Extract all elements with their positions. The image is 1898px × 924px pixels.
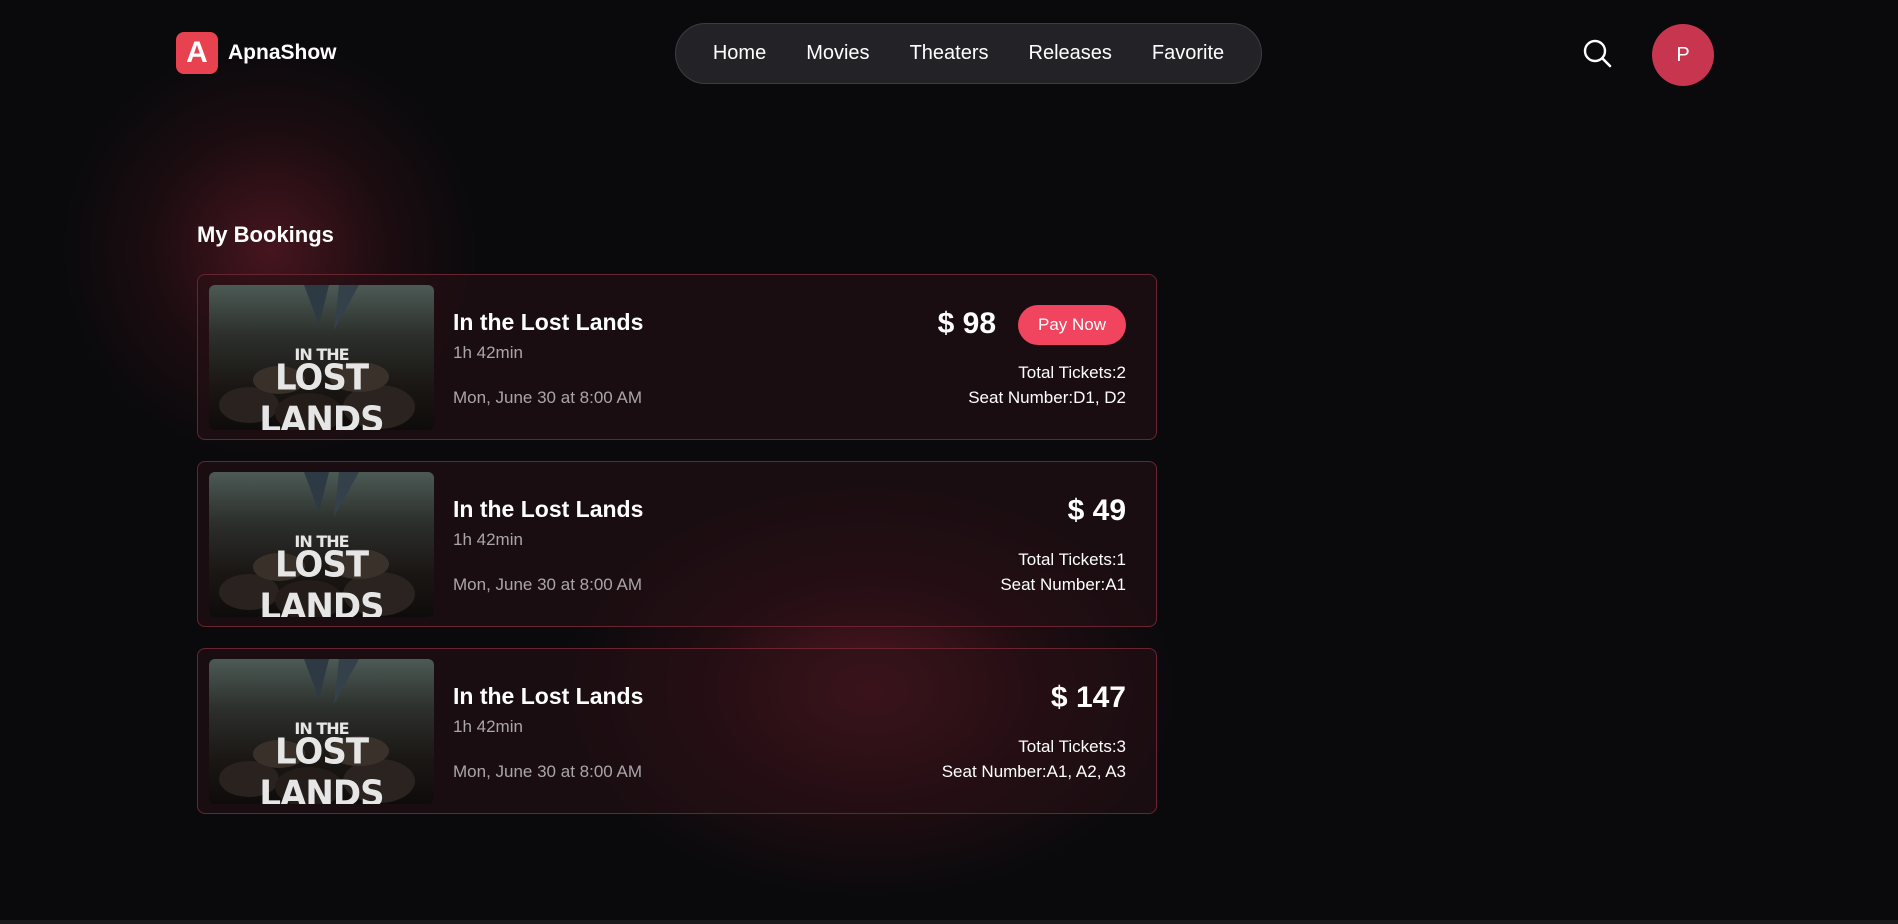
movie-duration: 1h 42min xyxy=(453,717,523,736)
nav-releases[interactable]: Releases xyxy=(1029,42,1112,65)
movie-duration: 1h 42min xyxy=(453,530,523,549)
top-header: A ApnaShow Home Movies Theaters Releases… xyxy=(0,0,1898,108)
user-avatar[interactable]: P xyxy=(1652,24,1714,86)
page-title: My Bookings xyxy=(197,222,334,247)
poster-title-main: LOST LANDS xyxy=(259,544,384,617)
movie-title: In the Lost Lands xyxy=(453,309,644,335)
movie-poster: IN THE LOST LANDS xyxy=(209,659,434,804)
total-tickets: Total Tickets:1 xyxy=(1018,550,1126,569)
poster-title-main: LOST LANDS xyxy=(259,357,384,430)
showtime: Mon, June 30 at 8:00 AM xyxy=(453,388,643,407)
brand-name: ApnaShow xyxy=(228,41,337,64)
booking-price: $ 98 xyxy=(937,307,996,340)
movie-poster: IN THE LOST LANDS xyxy=(209,472,434,617)
booking-price: $ 147 xyxy=(1050,681,1126,714)
booking-card: IN THE LOST LANDS In the Lost Lands 1h 4… xyxy=(197,461,1157,627)
search-icon[interactable] xyxy=(1582,38,1612,68)
pay-now-button[interactable]: Pay Now xyxy=(1018,305,1126,345)
nav-movies[interactable]: Movies xyxy=(806,42,869,65)
booking-price: $ 49 xyxy=(1067,494,1126,527)
total-tickets: Total Tickets:3 xyxy=(1018,737,1126,756)
nav-theaters[interactable]: Theaters xyxy=(910,42,989,65)
nav-home[interactable]: Home xyxy=(713,42,766,65)
movie-title: In the Lost Lands xyxy=(453,496,644,522)
seat-numbers: Seat Number:A1, A2, A3 xyxy=(941,762,1126,781)
booking-card: IN THE LOST LANDS In the Lost Lands 1h 4… xyxy=(197,648,1157,814)
seat-numbers: Seat Number:A1 xyxy=(1000,575,1126,594)
movie-title: In the Lost Lands xyxy=(453,683,644,709)
booking-card: IN THE LOST LANDS In the Lost Lands 1h 4… xyxy=(197,274,1157,440)
seat-numbers: Seat Number:D1, D2 xyxy=(968,388,1126,407)
showtime: Mon, June 30 at 8:00 AM xyxy=(453,762,643,781)
brand-logo[interactable]: A ApnaShow xyxy=(176,32,337,74)
logo-mark: A xyxy=(176,32,218,74)
movie-poster: IN THE LOST LANDS xyxy=(209,285,434,430)
showtime: Mon, June 30 at 8:00 AM xyxy=(453,575,643,594)
nav-favorite[interactable]: Favorite xyxy=(1152,42,1224,65)
poster-title-main: LOST LANDS xyxy=(259,731,384,804)
total-tickets: Total Tickets:2 xyxy=(1018,363,1126,382)
main-nav: Home Movies Theaters Releases Favorite xyxy=(675,23,1262,84)
page-bottom-edge xyxy=(0,920,1898,924)
movie-duration: 1h 42min xyxy=(453,343,523,362)
